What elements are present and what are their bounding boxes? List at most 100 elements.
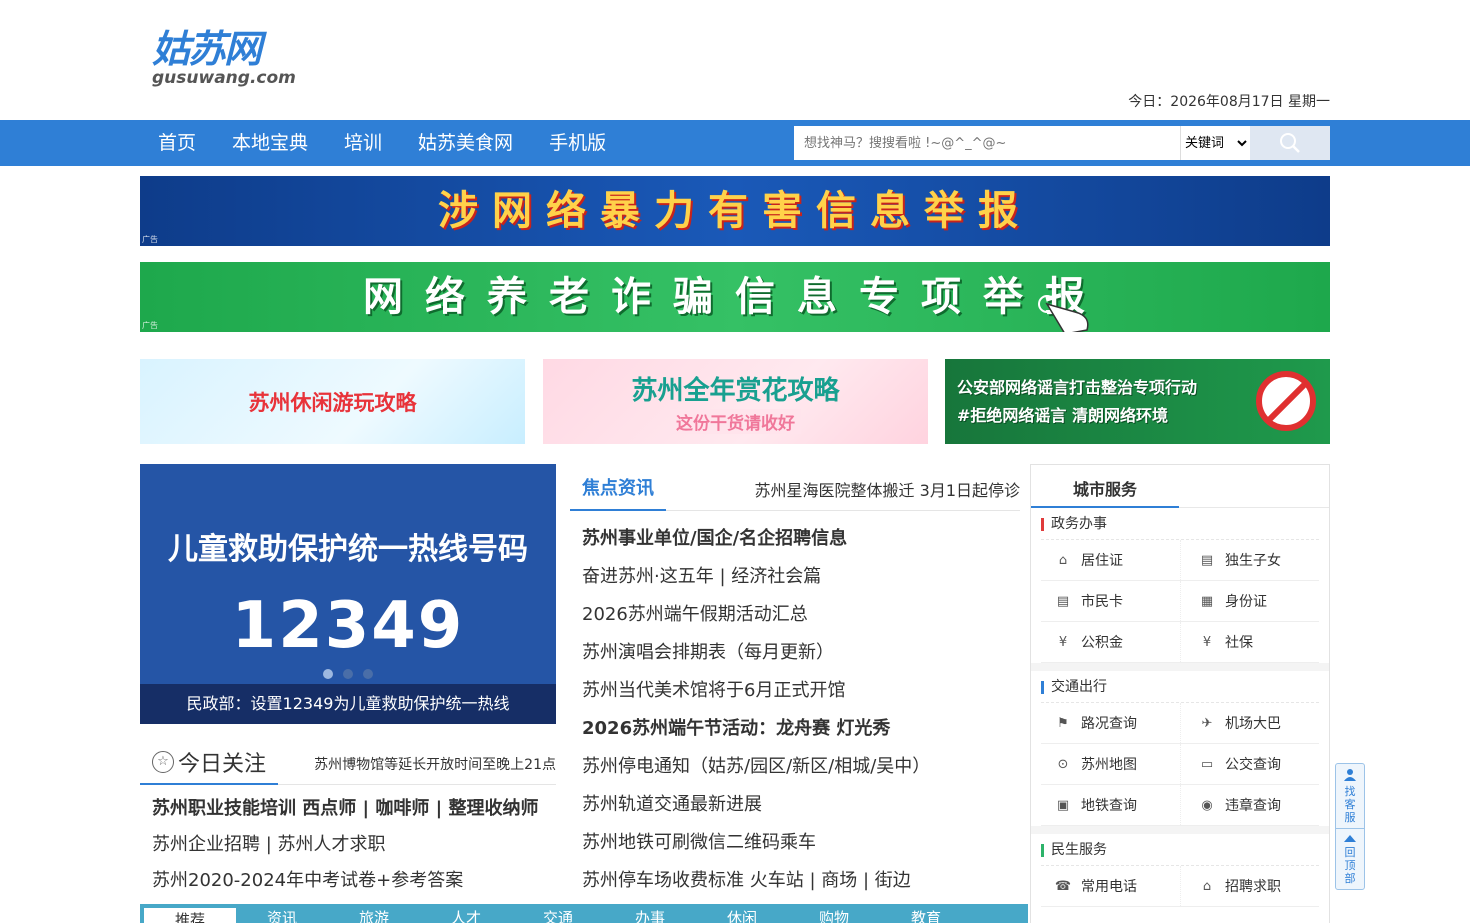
service-row: ⚑ 路况查询 ✈ 机场大巴 xyxy=(1041,703,1319,744)
road-sign-icon: ⚑ xyxy=(1057,715,1069,731)
service-label: 路况查询 xyxy=(1081,716,1137,732)
promo3-subtitle: #拒绝网络谣言 清朗网络环境 xyxy=(957,405,1168,425)
customer-service-button[interactable]: 找客服 xyxy=(1336,764,1364,828)
group-divider xyxy=(1031,663,1329,671)
tab-2[interactable]: 旅游 xyxy=(328,904,420,923)
service-label: 市民卡 xyxy=(1081,594,1123,610)
slider-dot[interactable] xyxy=(343,669,353,679)
slider-dot[interactable] xyxy=(323,669,333,679)
focus-news-title[interactable]: 焦点资讯 xyxy=(582,474,654,500)
service-label: 违章查询 xyxy=(1225,798,1281,814)
search-type-select[interactable]: 关键词 xyxy=(1180,126,1250,160)
service-item[interactable]: ▦ 身份证 xyxy=(1180,581,1319,621)
slide-title: 儿童救助保护统一热线号码 xyxy=(168,532,528,567)
nav-item[interactable]: 姑苏美食网 xyxy=(400,120,531,166)
tab-1[interactable]: 资讯 xyxy=(236,904,328,923)
slider-dots xyxy=(323,669,373,679)
service-item[interactable]: ☎ 常用电话 xyxy=(1041,866,1180,906)
today-focus-item[interactable]: 苏州企业招聘 | 苏州人才求职 xyxy=(140,827,556,863)
news-item[interactable]: 苏州停电通知（姑苏/园区/新区/相城/吴中） xyxy=(570,748,1020,786)
tab-6[interactable]: 休闲 xyxy=(696,904,788,923)
hero-slider[interactable]: 儿童救助保护统一热线号码 12349 民政部：设置12349为儿童救助保护统一热… xyxy=(140,464,556,724)
news-item[interactable]: 苏州当代美术馆将于6月正式开馆 xyxy=(570,672,1020,710)
city-service-title[interactable]: 城市服务 xyxy=(1073,476,1137,500)
banner2-text: 网络养老诈骗信息专项举报 xyxy=(363,274,1107,320)
promo-rumor-campaign[interactable]: 公安部网络谣言打击整治专项行动 #拒绝网络谣言 清朗网络环境 xyxy=(945,359,1330,444)
slide-caption[interactable]: 民政部：设置12349为儿童救助保护统一热线 xyxy=(140,684,556,724)
tab-4[interactable]: 交通 xyxy=(512,904,604,923)
slide-number: 12349 xyxy=(231,589,465,663)
logo-chinese: 姑苏网 xyxy=(152,27,262,71)
search-icon xyxy=(1280,133,1300,153)
banner-elder-fraud-report[interactable]: 网络养老诈骗信息专项举报 广告 xyxy=(140,262,1330,332)
service-row: ☎ 常用电话 ⌂ 招聘求职 xyxy=(1041,866,1319,907)
news-item[interactable]: 苏州轨道交通最新进展 xyxy=(570,786,1020,824)
category-tabs: 推荐 资讯 旅游 人才 交通 办事 休闲 购物 教育 xyxy=(140,904,1028,923)
service-label: 常用电话 xyxy=(1081,879,1137,895)
service-item[interactable]: ⚑ 路况查询 xyxy=(1041,703,1180,743)
today-focus-item[interactable]: 苏州职业技能培训 西点师 | 咖啡师 | 整理收纳师 xyxy=(140,791,556,827)
service-label: 独生子女 xyxy=(1225,553,1281,569)
social-security-icon: ¥ xyxy=(1202,634,1212,650)
nav-item[interactable]: 首页 xyxy=(140,120,214,166)
focus-news-marquee[interactable]: 苏州星海医院整体搬迁 3月1日起停诊 xyxy=(755,477,1020,501)
bus-icon: ▭ xyxy=(1200,756,1214,772)
slider-dot[interactable] xyxy=(363,669,373,679)
today-focus-item[interactable]: 苏州2020-2024年中考试卷+参考答案 xyxy=(140,863,556,899)
service-row: ⊙ 苏州地图 ▭ 公交查询 xyxy=(1041,744,1319,785)
news-item[interactable]: 苏州事业单位/国企/名企招聘信息 xyxy=(570,520,1020,558)
nav-item[interactable]: 培训 xyxy=(326,120,400,166)
tab-7[interactable]: 购物 xyxy=(788,904,880,923)
service-item[interactable]: ✈ 机场大巴 xyxy=(1180,703,1319,743)
promo-flower-guide[interactable]: 苏州全年赏花攻略 这份干货请收好 xyxy=(543,359,928,444)
service-label: 居住证 xyxy=(1081,553,1123,569)
promo-leisure-guide[interactable]: 苏州休闲游玩攻略 xyxy=(140,359,525,444)
service-item[interactable]: ⊙ 苏州地图 xyxy=(1041,744,1180,784)
banner-cyber-violence-report[interactable]: 涉网络暴力有害信息举报 广告 xyxy=(140,176,1330,246)
service-item[interactable]: ¥ 社保 xyxy=(1180,622,1319,662)
today-focus-marquee[interactable]: 苏州博物馆等延长开放时间至晚上21点 xyxy=(314,754,556,774)
fund-icon: ¥ xyxy=(1058,634,1068,650)
nav-item[interactable]: 本地宝典 xyxy=(214,120,326,166)
search-input[interactable] xyxy=(794,126,1180,160)
tab-8[interactable]: 教育 xyxy=(880,904,972,923)
no-rumor-icon xyxy=(1256,371,1316,431)
service-item[interactable]: ⌂ 招聘求职 xyxy=(1180,866,1319,906)
service-item[interactable]: ▤ 市民卡 xyxy=(1041,581,1180,621)
news-item[interactable]: 2026苏州端午假期活动汇总 xyxy=(570,596,1020,634)
search-button[interactable] xyxy=(1250,126,1330,160)
service-item[interactable]: ◉ 违章查询 xyxy=(1180,785,1319,825)
service-item[interactable]: ¥ 公积金 xyxy=(1041,622,1180,662)
today-date: 今日：2026年08月17日 星期一 xyxy=(1128,94,1330,110)
back-to-top-button[interactable]: 回顶部 xyxy=(1336,828,1364,889)
service-label: 公交查询 xyxy=(1225,757,1281,773)
promo1-title: 苏州休闲游玩攻略 xyxy=(248,390,417,415)
back-to-top-label: 回顶部 xyxy=(1344,846,1356,885)
banner1-text: 涉网络暴力有害信息举报 xyxy=(438,188,1032,234)
id-card-icon: ▤ xyxy=(1200,552,1214,568)
user-icon xyxy=(1344,769,1356,781)
service-group: 交通出行 ⚑ 路况查询 ✈ 机场大巴 ⊙ 苏州地图 ▭ 公交查询 ▣ 地铁查询 ◉ 违章查询 xyxy=(1031,671,1329,834)
service-item[interactable]: ▤ 独生子女 xyxy=(1180,540,1319,580)
service-row: ▤ 市民卡 ▦ 身份证 xyxy=(1041,581,1319,622)
ad-tag: 广告 xyxy=(142,235,158,244)
news-item[interactable]: 苏州地铁可刷微信二维码乘车 xyxy=(570,824,1020,862)
tab-5[interactable]: 办事 xyxy=(604,904,696,923)
hand-pointer-icon xyxy=(1038,295,1089,332)
news-item[interactable]: 苏州停车场收费标准 火车站 | 商场 | 街边 xyxy=(570,862,1020,900)
site-logo[interactable]: 姑苏网 gusuwang.com xyxy=(152,26,296,87)
service-item[interactable]: ▣ 地铁查询 xyxy=(1041,785,1180,825)
service-label: 招聘求职 xyxy=(1225,879,1281,895)
focus-news-list: 苏州事业单位/国企/名企招聘信息 奋进苏州·这五年 | 经济社会篇 2026苏州端午… xyxy=(570,520,1020,900)
news-item[interactable]: 2026苏州端午节活动：龙舟赛 灯光秀 xyxy=(570,710,1020,748)
tab-0[interactable]: 推荐 xyxy=(144,908,236,923)
service-item[interactable]: ⌂ 居住证 xyxy=(1041,540,1180,580)
news-item[interactable]: 苏州演唱会排期表（每月更新） xyxy=(570,634,1020,672)
nav-item[interactable]: 手机版 xyxy=(531,120,624,166)
service-item[interactable]: ▭ 公交查询 xyxy=(1180,744,1319,784)
service-label: 公积金 xyxy=(1081,635,1123,651)
news-item[interactable]: 奋进苏州·这五年 | 经济社会篇 xyxy=(570,558,1020,596)
promo2-title: 苏州全年赏花攻略 xyxy=(631,375,840,406)
promo3-title: 公安部网络谣言打击整治专项行动 xyxy=(957,377,1198,397)
tab-3[interactable]: 人才 xyxy=(420,904,512,923)
